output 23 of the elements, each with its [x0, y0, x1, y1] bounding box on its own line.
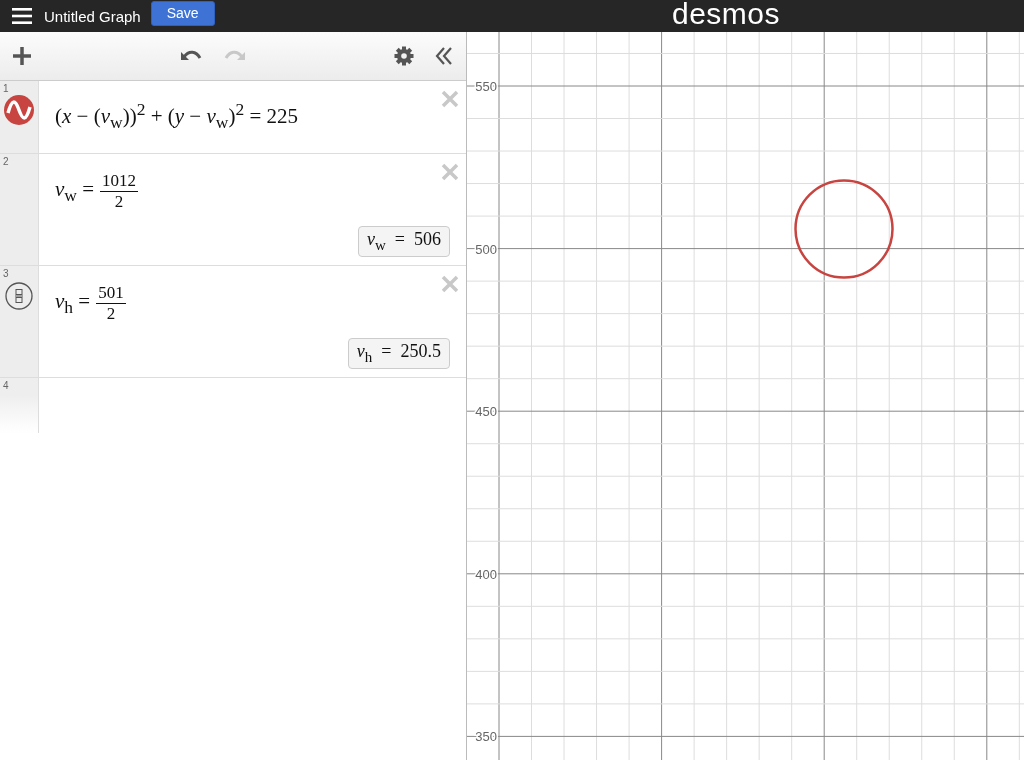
- fraction[interactable]: 501 2: [96, 284, 126, 325]
- fraction[interactable]: 1012 2: [100, 172, 139, 213]
- line-number: 4: [3, 380, 9, 391]
- menu-icon[interactable]: [12, 8, 32, 24]
- line-number: 1: [3, 83, 9, 94]
- fraction-icon[interactable]: [5, 282, 33, 310]
- add-icon[interactable]: [12, 46, 32, 66]
- line-number: 2: [3, 156, 9, 167]
- evaluation-result: v$_{h}$ = 250.5: [347, 338, 450, 369]
- variable-label: v$_{w}$ =: [55, 177, 95, 207]
- wave-icon[interactable]: [4, 95, 34, 125]
- axis-label: 450: [475, 404, 497, 420]
- axis-label: 550: [475, 79, 497, 94]
- collapse-icon[interactable]: [434, 46, 454, 66]
- save-button[interactable]: Save: [150, 0, 215, 26]
- variable-label: v$_{h}$ =: [55, 289, 91, 319]
- logo: desmos: [672, 0, 781, 31]
- axis-label: 400: [475, 566, 497, 582]
- math-expression[interactable]: (x − (v$_{w}$))$^{2}$ + (y − v$_{w}$)$^{2}$ = 225: [55, 99, 298, 134]
- graph-title[interactable]: Untitled Graph: [44, 7, 141, 25]
- evaluation-result: v$_{w}$ = 506: [358, 226, 450, 257]
- line-number: 3: [3, 268, 9, 279]
- settings-icon[interactable]: [394, 46, 414, 66]
